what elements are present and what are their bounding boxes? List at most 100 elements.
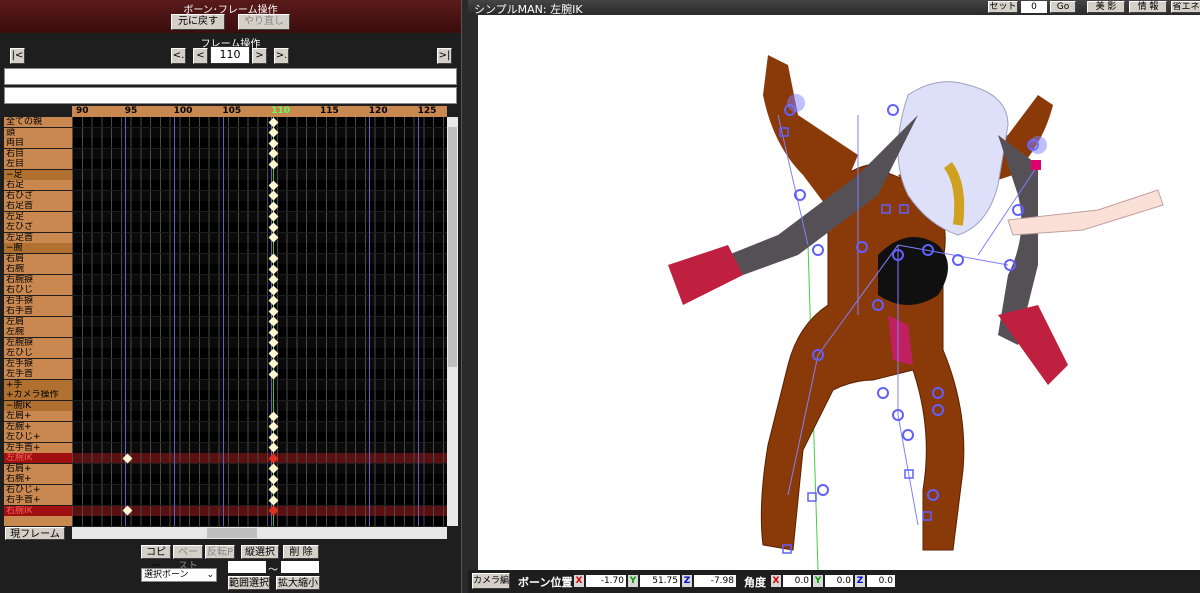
next-frame-button[interactable]: > <box>252 48 267 64</box>
copy-button[interactable]: コピー <box>141 545 171 572</box>
vertical-select-button[interactable]: 縦選択 <box>241 545 279 559</box>
row-frames[interactable] <box>72 316 447 327</box>
timeline-grid[interactable]: 全ての親頭両目 右目 左目 −足 右足 右ひざ 右足首 左足 左ひざ 左足首 −腕 右肩 右腕 右腕捩 右ひ… <box>4 117 447 526</box>
bone-label[interactable]: 左腕+ <box>4 421 72 432</box>
selection-dropdown[interactable]: 選択ボーン ⌄ <box>141 568 217 582</box>
timeline-row[interactable]: 左腕IK <box>4 453 447 464</box>
bone-label[interactable]: 両目 <box>4 138 72 148</box>
row-frames[interactable] <box>72 159 447 169</box>
bone-label[interactable]: −腕IK <box>4 400 72 411</box>
bone-label[interactable]: 左足 <box>4 211 72 222</box>
row-frames[interactable] <box>72 274 447 285</box>
bone-label[interactable]: 右腕 <box>4 264 72 274</box>
bone-label[interactable]: 左ひじ+ <box>4 432 72 442</box>
bone-label[interactable]: 右ひじ+ <box>4 484 72 495</box>
row-frames[interactable] <box>72 117 447 127</box>
redo-button[interactable]: やり直し <box>238 14 290 30</box>
bone-label[interactable]: 右手首+ <box>4 495 72 505</box>
timeline-row[interactable]: 左手首+ <box>4 442 447 454</box>
pos-z-field[interactable]: -7.98 <box>694 575 736 587</box>
timeline-row[interactable]: −足 <box>4 169 447 181</box>
bone-label[interactable]: 右腕IK <box>4 505 72 516</box>
3d-viewport[interactable] <box>478 15 1200 570</box>
row-frames[interactable] <box>72 306 447 316</box>
timeline-row[interactable]: 右ひじ+ <box>4 484 447 496</box>
timeline-row[interactable]: 右ひざ <box>4 190 447 202</box>
pos-x-field[interactable]: -1.70 <box>586 575 626 587</box>
pos-y-field[interactable]: 51.75 <box>640 575 680 587</box>
next-key-button[interactable]: >. <box>274 48 289 64</box>
timeline-row[interactable]: 左ひざ <box>4 222 447 233</box>
row-frames[interactable] <box>72 222 447 232</box>
timeline-row[interactable]: 左手首 <box>4 369 447 380</box>
row-frames[interactable] <box>72 285 447 295</box>
bone-label[interactable]: 右肩 <box>4 253 72 264</box>
scroll-thumb[interactable] <box>207 528 257 538</box>
timeline-row[interactable]: 右足首 <box>4 201 447 212</box>
row-frames[interactable] <box>72 127 447 138</box>
bone-label[interactable]: 左手首 <box>4 369 72 379</box>
row-frames[interactable] <box>72 348 447 358</box>
frame-number-input[interactable]: 110 <box>210 46 250 64</box>
zoom-button[interactable]: 拡大縮小 <box>276 576 320 590</box>
ang-y-field[interactable]: 0.0 <box>825 575 853 587</box>
frame-info-field[interactable] <box>4 68 457 85</box>
row-frames[interactable] <box>72 432 447 442</box>
timeline-row[interactable]: 右腕+ <box>4 474 447 485</box>
bone-label[interactable]: 全ての親 <box>4 117 72 127</box>
row-frames[interactable] <box>72 358 447 369</box>
timeline-vertical-scrollbar[interactable] <box>447 117 458 526</box>
panel-divider[interactable] <box>461 0 468 593</box>
prev-frame-button[interactable]: < <box>193 48 208 64</box>
row-frames[interactable] <box>72 474 447 484</box>
timeline-row[interactable]: 左足 <box>4 211 447 223</box>
range-start-input[interactable] <box>228 561 266 573</box>
timeline-row[interactable]: 右腕IK <box>4 505 447 517</box>
row-frames[interactable] <box>72 211 447 222</box>
timeline-row[interactable]: 左ひじ+ <box>4 432 447 443</box>
timeline-row[interactable]: 左目 <box>4 159 447 170</box>
row-frames[interactable] <box>72 190 447 201</box>
row-frames[interactable] <box>72 148 447 159</box>
bone-label[interactable]: −足 <box>4 169 72 180</box>
timeline-row[interactable]: −腕 <box>4 243 447 254</box>
row-frames[interactable] <box>72 411 447 421</box>
beauty-shadow-button[interactable]: 美 影 <box>1087 1 1125 13</box>
timeline-row[interactable]: 右ひじ <box>4 285 447 296</box>
bone-label[interactable]: 右腕捩 <box>4 274 72 285</box>
timeline-row[interactable]: 右目 <box>4 148 447 160</box>
range-select-button[interactable]: 範囲選択 <box>228 576 270 590</box>
row-frames[interactable] <box>72 379 447 390</box>
row-frames[interactable] <box>72 400 447 411</box>
timeline-row[interactable]: 左肩+ <box>4 411 447 422</box>
row-frames[interactable] <box>72 463 447 474</box>
row-frames[interactable] <box>72 390 447 400</box>
row-frames[interactable] <box>72 232 447 243</box>
camera-edit-button[interactable]: カメラ編 <box>472 573 510 589</box>
bone-label[interactable]: 右肩+ <box>4 463 72 474</box>
bone-label[interactable]: +手 <box>4 379 72 390</box>
row-frames[interactable] <box>72 421 447 432</box>
bone-label[interactable]: 左手首+ <box>4 442 72 453</box>
bone-info-field[interactable] <box>4 87 457 104</box>
row-frames[interactable] <box>72 516 447 526</box>
undo-button[interactable]: 元に戻す <box>171 14 225 30</box>
info-button[interactable]: 情 報 <box>1129 1 1167 13</box>
row-frames[interactable] <box>72 295 447 306</box>
row-frames[interactable] <box>72 201 447 211</box>
timeline-row[interactable]: 右肩 <box>4 253 447 265</box>
paste-button[interactable]: ペースト <box>173 545 203 572</box>
bone-label[interactable]: +カメラ操作 <box>4 390 72 400</box>
row-frames[interactable] <box>72 369 447 379</box>
bone-label[interactable]: −腕 <box>4 243 72 253</box>
bone-label[interactable]: 左肩+ <box>4 411 72 421</box>
ang-x-field[interactable]: 0.0 <box>783 575 811 587</box>
timeline-row[interactable]: 左腕+ <box>4 421 447 433</box>
timeline-row[interactable]: +カメラ操作 <box>4 390 447 401</box>
timeline-row[interactable]: 頭 <box>4 127 447 139</box>
timeline-row[interactable]: 左腕 <box>4 327 447 338</box>
timeline-row[interactable]: 左ひじ <box>4 348 447 359</box>
timeline-row[interactable]: 右肩+ <box>4 463 447 475</box>
timeline-row[interactable]: 左肩 <box>4 316 447 328</box>
timeline-row[interactable]: 右手首+ <box>4 495 447 506</box>
